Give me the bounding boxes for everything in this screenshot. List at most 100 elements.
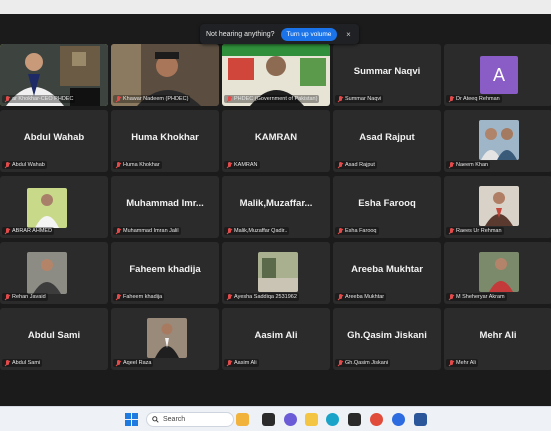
participant-label-text: ar Khokhar-CEO PHDEC [12,96,74,102]
participant-display-name: Huma Khokhar [131,132,199,143]
search-placeholder: Search [163,416,186,423]
participant-name-label: KAMRAN [224,161,260,169]
chrome-icon[interactable] [370,413,383,426]
muted-mic-icon [226,360,232,366]
participant-name-label: Summar Naqvi [335,95,384,103]
participant-display-name: Aasim Ali [254,330,298,341]
muted-mic-icon [337,294,343,300]
participant-display-name: Muhammad Imr... [126,198,204,209]
participant-display-name: Summar Naqvi [353,66,421,77]
search-icon [152,416,159,423]
participant-name-label: Abdul Wahab [2,161,47,169]
participant-tile[interactable]: Gh.Qasim Jiskani Gh.Qasim Jiskani [333,308,441,370]
participant-name-label: Esha Farooq [335,227,379,235]
participant-tile[interactable]: Aasim Ali Aasim Ali [222,308,330,370]
participant-tile[interactable]: KAMRAN KAMRAN [222,110,330,172]
participant-name-label: Huma Khokhar [113,161,162,169]
participant-label-text: Areeba Mukhtar [345,294,385,300]
participant-name-label: Abdul Sami [2,359,43,367]
participant-label-text: ABRAR AHMED [12,228,53,234]
store-icon[interactable] [348,413,361,426]
participant-name-label: M Sheheryar Akram [446,293,507,301]
participant-name-label: Malik,Muzaffar Qadir.. [224,227,290,235]
muted-mic-icon [115,162,121,168]
task-view-icon[interactable] [262,413,275,426]
participant-tile[interactable]: Abdul Wahab Abdul Wahab [0,110,108,172]
word-icon[interactable] [414,413,427,426]
chat-icon[interactable] [284,413,297,426]
zoom-icon[interactable] [392,413,405,426]
participant-label-text: Dr Ateeq Rehman [456,96,500,102]
muted-mic-icon [115,360,121,366]
participant-tile[interactable]: Asad Rajput Asad Rajput [333,110,441,172]
file-explorer-icon[interactable] [305,413,318,426]
participant-name-label: Faheem khadija [113,293,165,301]
participant-name-label: Muhammad Imran Jalil [113,227,181,235]
windows-taskbar: Search [0,406,551,431]
participant-tile[interactable]: Summar Naqvi Summar Naqvi [333,44,441,106]
participant-name-label: Raees Ur Rehman [446,227,504,235]
participant-name-label: Khawar Nadeem (PHDEC) [113,95,191,103]
muted-mic-icon [115,96,121,102]
participant-tile[interactable]: Malik,Muzaffar... Malik,Muzaffar Qadir.. [222,176,330,238]
participant-name-label: Ayesha Saddiqa 2531962 [224,293,299,301]
participant-name-label: Gh.Qasim Jiskani [335,359,391,367]
muted-mic-icon [4,360,10,366]
muted-mic-icon [115,294,121,300]
participant-display-name: Mehr Ali [479,330,517,341]
muted-mic-icon [448,96,454,102]
participant-label-text: Asad Rajput [345,162,375,168]
participant-name-label: Mehr Ali [446,359,478,367]
edge-icon[interactable] [326,413,339,426]
participant-label-text: M Sheheryar Akram [456,294,505,300]
participant-tile[interactable]: Khawar Nadeem (PHDEC) [111,44,219,106]
banner-message: Not hearing anything? [206,30,275,38]
participant-label-text: KAMRAN [234,162,258,168]
participant-tile[interactable]: Rehan Javaid [0,242,108,304]
participant-tile[interactable]: Naeem Khan [444,110,551,172]
participant-display-name: Abdul Sami [27,330,81,341]
participant-tile[interactable]: PHDEC (Government of Pakistan) [222,44,330,106]
close-icon[interactable]: × [343,30,353,39]
participant-display-name: Areeba Mukhtar [351,264,423,275]
muted-mic-icon [337,228,343,234]
participant-label-text: Rehan Javaid [12,294,46,300]
muted-mic-icon [4,294,10,300]
windows-start-icon[interactable] [125,413,138,426]
participant-label-text: Huma Khokhar [123,162,160,168]
participant-display-name: KAMRAN [254,132,298,143]
taskbar-search[interactable]: Search [146,412,234,427]
weather-icon[interactable] [236,413,249,426]
participant-label-text: Summar Naqvi [345,96,382,102]
participant-tile[interactable]: ABRAR AHMED [0,176,108,238]
participant-name-label: ar Khokhar-CEO PHDEC [2,95,76,103]
muted-mic-icon [337,360,343,366]
muted-mic-icon [448,294,454,300]
participant-name-label: Naeem Khan [446,161,491,169]
participant-tile[interactable]: Faheem khadija Faheem khadija [111,242,219,304]
participant-label-text: Abdul Wahab [12,162,45,168]
participant-tile[interactable]: Huma Khokhar Huma Khokhar [111,110,219,172]
participant-name-label: PHDEC (Government of Pakistan) [224,95,320,103]
participant-tile[interactable]: Ayesha Saddiqa 2531962 [222,242,330,304]
muted-mic-icon [448,228,454,234]
audio-warning-banner: Not hearing anything? Turn up volume × [200,24,360,44]
participant-tile[interactable]: Areeba Mukhtar Areeba Mukhtar [333,242,441,304]
participant-label-text: Malik,Muzaffar Qadir.. [234,228,288,234]
turn-up-volume-button[interactable]: Turn up volume [280,27,338,41]
participant-label-text: Gh.Qasim Jiskani [345,360,389,366]
participant-tile[interactable]: Aqeel Raza [111,308,219,370]
participant-tile[interactable]: Raees Ur Rehman [444,176,551,238]
participant-tile[interactable]: M Sheheryar Akram [444,242,551,304]
participant-name-label: ABRAR AHMED [2,227,55,235]
participant-label-text: Raees Ur Rehman [456,228,502,234]
participant-label-text: Khawar Nadeem (PHDEC) [123,96,189,102]
participant-tile[interactable]: Esha Farooq Esha Farooq [333,176,441,238]
participant-tile[interactable]: ar Khokhar-CEO PHDEC [0,44,108,106]
participant-tile[interactable]: Mehr Ali Mehr Ali [444,308,551,370]
participant-name-label: Rehan Javaid [2,293,48,301]
participant-label-text: Ayesha Saddiqa 2531962 [234,294,297,300]
participant-tile[interactable]: Muhammad Imr... Muhammad Imran Jalil [111,176,219,238]
participant-tile[interactable]: Abdul Sami Abdul Sami [0,308,108,370]
participant-tile[interactable]: A Dr Ateeq Rehman [444,44,551,106]
